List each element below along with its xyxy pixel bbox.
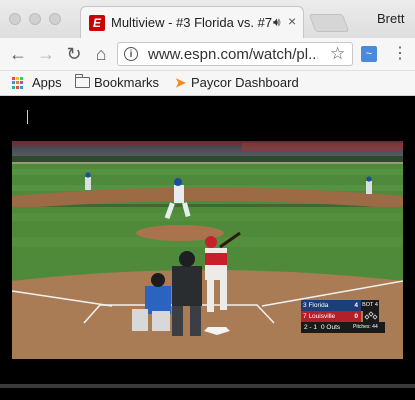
ball-strike-count: 2 - 1: [304, 324, 318, 331]
apps-icon[interactable]: [12, 77, 24, 89]
espn-favicon-icon: E: [89, 15, 105, 31]
page-content: 3 Florida 4 7 Louisville 0 BOT 4 2 - 1 0…: [0, 96, 415, 400]
video-player[interactable]: 3 Florida 4 7 Louisville 0 BOT 4 2 - 1 0…: [12, 141, 403, 359]
address-bar[interactable]: i www.espn.com/watch/pl... ☆: [117, 42, 353, 66]
paycor-icon: ➤: [175, 75, 186, 90]
reload-icon[interactable]: ↻: [62, 42, 86, 66]
window-zoom-button[interactable]: [49, 13, 61, 25]
team1-seed: 3: [303, 302, 307, 309]
active-tab[interactable]: E Multiview - #3 Florida vs. #7 🔊︎ ×: [80, 6, 304, 38]
tab-close-icon[interactable]: ×: [288, 13, 296, 29]
info-icon[interactable]: i: [124, 47, 138, 61]
window-close-button[interactable]: [9, 13, 21, 25]
bookmark-star-icon[interactable]: ☆: [330, 44, 345, 64]
toolbar: ← → ↻ ⌂ i www.espn.com/watch/pl... ☆ ~ ⋮: [0, 38, 415, 71]
back-arrow-icon[interactable]: ←: [6, 42, 30, 66]
team2-seed: 7: [303, 313, 307, 320]
scorebug: 3 Florida 4 7 Louisville 0 BOT 4 2 - 1 0…: [301, 300, 395, 335]
window-minimize-button[interactable]: [29, 13, 41, 25]
text-cursor: [27, 110, 28, 124]
new-tab-button[interactable]: [308, 14, 350, 32]
extension-icon[interactable]: ~: [361, 46, 377, 62]
home-icon[interactable]: ⌂: [89, 42, 113, 66]
outs-count: 0 Outs: [321, 324, 341, 331]
pitch-count: Pitches: 44: [353, 324, 378, 330]
profile-name[interactable]: Brett: [377, 11, 404, 26]
url-text[interactable]: www.espn.com/watch/pl...: [148, 46, 318, 63]
scorebug-team-florida: 3 Florida 4: [301, 300, 361, 311]
scorebug-team-louisville: 7 Louisville 0: [301, 311, 361, 322]
speaker-icon[interactable]: 🔊︎: [273, 15, 281, 30]
forward-arrow-icon[interactable]: →: [34, 42, 58, 66]
bookmark-paycor-dashboard[interactable]: Paycor Dashboard: [191, 75, 299, 90]
scorebug-status: 2 - 1 0 Outs Pitches: 44: [301, 322, 385, 333]
bookmark-folder[interactable]: Bookmarks: [94, 75, 159, 90]
folder-icon: [74, 74, 90, 88]
video-progress-bar[interactable]: [0, 384, 415, 388]
bases-diamond-icon: [363, 311, 379, 322]
team2-name: Louisville: [308, 313, 336, 320]
menu-icon[interactable]: ⋮: [392, 43, 408, 63]
team2-score: 0: [354, 313, 358, 320]
bookmarks-bar: Apps Bookmarks ➤ Paycor Dashboard: [0, 71, 415, 96]
tab-bar: E Multiview - #3 Florida vs. #7 🔊︎ × Bre…: [0, 0, 415, 38]
tab-title: Multiview - #3 Florida vs. #7: [111, 15, 273, 30]
inning-indicator: BOT 4: [361, 300, 379, 311]
team1-name: Florida: [308, 302, 329, 309]
team1-score: 4: [354, 302, 358, 309]
bookmark-apps[interactable]: Apps: [32, 75, 62, 90]
